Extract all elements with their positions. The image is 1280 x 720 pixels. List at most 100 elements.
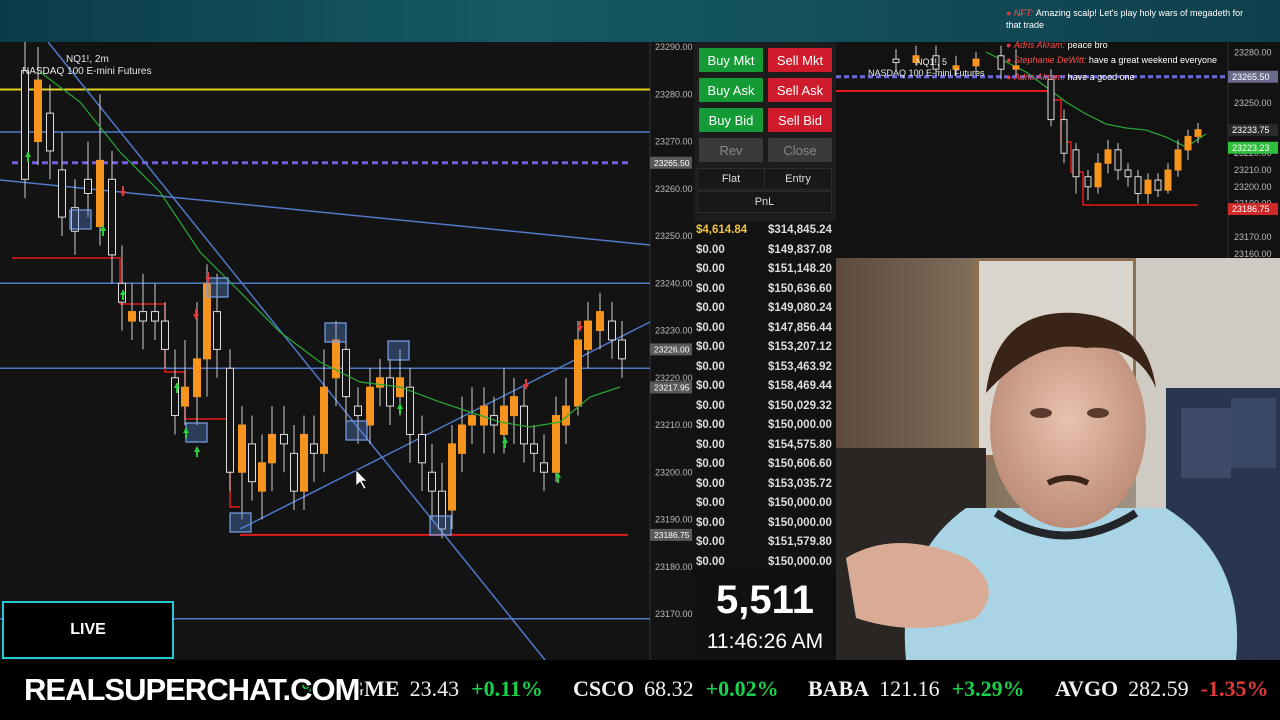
sell-ask-button[interactable]: Sell Ask	[768, 78, 832, 102]
pnl-row: $0.00 $154,575.80	[694, 439, 836, 459]
candle-body	[418, 433, 426, 464]
sell-market-button[interactable]: Sell Mkt	[768, 48, 832, 72]
mini-chart-instrument: NASDAQ 100 E-mini Futures	[868, 68, 985, 78]
price-axis-label: 23180.00	[655, 562, 693, 572]
ticker-item: AVGO 282.59 -1.35%	[1055, 676, 1269, 702]
mini-price-tag-label: 23186.75	[1232, 204, 1270, 214]
candle-body	[584, 320, 592, 350]
candle-body	[540, 462, 548, 473]
flat-tab[interactable]: Flat	[697, 168, 765, 190]
candle-body	[151, 311, 159, 322]
mini-price-tag-label: 23233.75	[1232, 125, 1270, 135]
mini-candle-body	[972, 58, 980, 67]
live-indicator: LIVE	[2, 601, 174, 659]
chat-username: NFT:	[1013, 8, 1036, 18]
buy-bid-button[interactable]: Buy Bid	[699, 108, 763, 132]
candle-body	[500, 405, 508, 435]
mini-price-tag-label: 23265.50	[1232, 72, 1270, 82]
pnl-balance: $314,845.24	[768, 224, 832, 236]
candle-body	[268, 433, 276, 464]
ticker-change: +0.02%	[705, 676, 779, 701]
pnl-row: $0.00 $150,000.00	[694, 497, 836, 517]
viewer-counter-panel: 5,511 11:46:26 AM	[694, 572, 836, 660]
mini-candle-body	[1174, 149, 1182, 171]
candle-body	[468, 415, 476, 426]
candle-body	[448, 443, 456, 511]
chat-avatar-icon: ●	[1006, 40, 1014, 50]
candle-body	[332, 339, 340, 379]
pnl-unrealized: $0.00	[696, 243, 725, 256]
pnl-row: $0.00 $151,148.20	[694, 263, 836, 283]
main-price-chart[interactable]: 23290.00 23280.00 23270.00 23260.00 23250.00…	[0, 42, 694, 660]
chat-message: ● NFT: Amazing scalp! Let's play holy wa…	[1006, 8, 1243, 18]
pnl-row: $0.00 $153,207.12	[694, 341, 836, 361]
entry-tab[interactable]: Entry	[764, 168, 832, 190]
pnl-unrealized: $0.00	[696, 458, 725, 470]
candle-body	[366, 386, 374, 426]
candle-body	[386, 377, 394, 407]
buy-market-button[interactable]: Buy Mkt	[699, 48, 763, 72]
pnl-balance: $149,080.24	[768, 302, 832, 314]
clock-time: 11:46:26 AM	[706, 630, 824, 653]
candle-body	[428, 471, 436, 492]
pnl-balance: $149,837.08	[768, 243, 832, 256]
close-button[interactable]: Close	[768, 138, 832, 162]
candle-body	[290, 452, 298, 492]
mini-axis-label: 23170.00	[1234, 232, 1272, 242]
chat-avatar-icon: ●	[1006, 55, 1014, 65]
price-axis-label: 23250.00	[655, 231, 693, 241]
reverse-button[interactable]: Rev	[699, 138, 763, 162]
pnl-unrealized: $0.00	[696, 302, 725, 314]
ticker-change: +0.11%	[471, 676, 543, 701]
pnl-row: $0.00 $149,837.08	[694, 244, 836, 264]
candle-body	[108, 178, 116, 256]
ticker-item: BABA 121.16 +3.29%	[808, 676, 1025, 702]
pnl-unrealized: $0.00	[696, 399, 725, 412]
mini-axis-label: 23200.00	[1234, 182, 1272, 192]
candle-body	[354, 405, 362, 417]
candle-body	[552, 415, 560, 473]
buy-ask-button[interactable]: Buy Ask	[699, 78, 763, 102]
candle-body	[96, 159, 104, 228]
pnl-balance: $147,856.44	[768, 321, 832, 334]
candle-body	[510, 396, 518, 417]
candle-body	[458, 424, 466, 454]
pnl-row: $0.00 $150,029.32	[694, 400, 836, 420]
mini-candle-body	[1012, 65, 1020, 70]
mini-candle-body	[1194, 129, 1202, 137]
sell-bid-button[interactable]: Sell Bid	[768, 108, 832, 132]
brand-logo: REALSUPERCHAT.COM	[23, 671, 361, 708]
candle-body	[596, 311, 604, 332]
price-axis-label: 23210.00	[655, 420, 693, 430]
mini-candle-body	[1134, 176, 1142, 195]
candle-body	[310, 443, 318, 454]
price-axis-label: 23200.00	[655, 467, 693, 477]
mini-price-chart[interactable]: 23280.0023250.0023220.0023210.0023200.00…	[836, 8, 1280, 259]
candle-body	[84, 178, 92, 194]
account-pnl-list: $4,614.84 $314,845.24 $0.00 $149,837.08 $0.0…	[694, 222, 836, 572]
stock-ticker: % GME 23.43 +0.11% CSCO 68.32 +0.02% BABA 121…	[0, 660, 1280, 720]
signal-box	[185, 422, 208, 443]
mini-candle-body	[1114, 149, 1122, 171]
chat-message: ● Adris Akram: have a good one	[1006, 72, 1135, 82]
webcam-feed	[836, 258, 1280, 660]
pnl-unrealized: $0.00	[696, 282, 725, 295]
candle-body	[280, 433, 288, 445]
candle-body	[46, 112, 54, 152]
pnl-row: $0.00 $153,463.92	[694, 361, 836, 381]
pnl-unrealized: $0.00	[696, 555, 725, 568]
price-axis-label: 23240.00	[655, 278, 693, 288]
pnl-balance: $158,469.44	[768, 380, 832, 392]
pnl-unrealized: $0.00	[696, 360, 725, 373]
candle-body	[320, 386, 328, 454]
pnl-unrealized: $0.00	[696, 263, 725, 275]
main-chart-canvas[interactable]: 23290.00 23280.00 23270.00 23260.00 23250.00…	[0, 42, 694, 660]
pnl-tab[interactable]: PnL	[697, 191, 832, 213]
mini-candle-body	[1154, 179, 1162, 191]
pnl-unrealized: $4,614.84	[696, 224, 748, 236]
ticker-item: GME 23.43 +0.11%	[347, 676, 543, 702]
price-axis-label: 23290.00	[655, 42, 693, 52]
pnl-row: $0.00 $150,000.00	[694, 517, 836, 537]
pnl-balance: $150,000.00	[768, 555, 832, 568]
pnl-unrealized: $0.00	[696, 321, 725, 334]
